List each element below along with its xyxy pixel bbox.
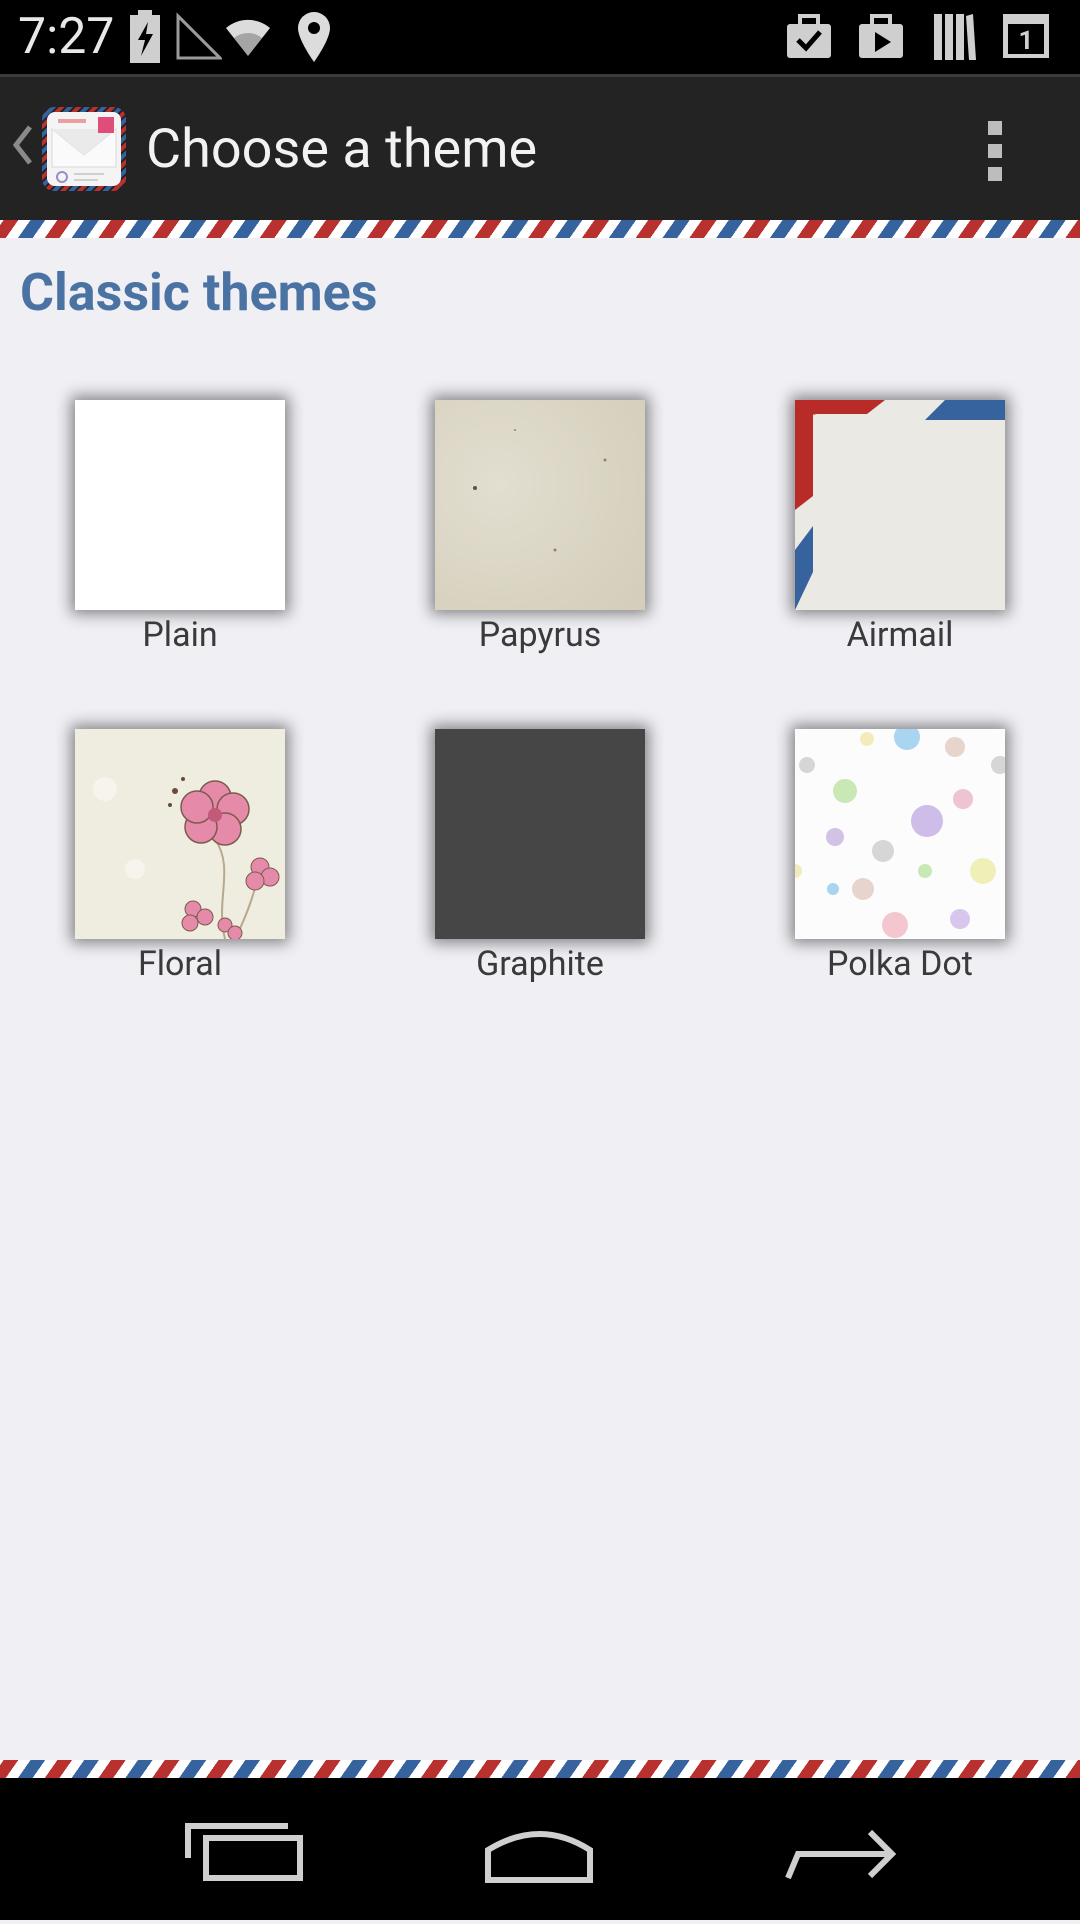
back-icon[interactable]	[740, 1778, 940, 1920]
theme-label-graphite: Graphite	[476, 944, 604, 984]
back-chevron-icon[interactable]	[10, 123, 34, 167]
theme-label-airmail: Airmail	[846, 615, 954, 655]
overflow-menu-icon[interactable]	[980, 117, 1010, 187]
recent-apps-icon[interactable]	[150, 1778, 350, 1920]
theme-tile-papyrus[interactable]	[435, 400, 645, 610]
home-icon[interactable]	[440, 1778, 640, 1920]
library-icon	[934, 14, 976, 60]
theme-tile-graphite[interactable]	[435, 729, 645, 939]
airmail-stripe-bottom	[0, 1760, 1080, 1778]
theme-label-papyrus: Papyrus	[478, 615, 602, 655]
theme-label-plain: Plain	[142, 615, 218, 655]
calendar-day: 1	[1018, 26, 1034, 56]
theme-label-floral: Floral	[137, 944, 223, 984]
status-bar: 7:27 1	[0, 0, 1080, 74]
signal-icon	[176, 12, 222, 60]
page-title: Choose a theme	[146, 118, 538, 181]
wifi-icon	[226, 19, 270, 56]
section-title: Classic themes	[20, 262, 378, 323]
navigation-bar	[0, 1778, 1080, 1920]
theme-tile-plain[interactable]	[75, 400, 285, 610]
airmail-stripe-top	[0, 220, 1080, 238]
theme-tile-floral[interactable]	[75, 729, 285, 939]
app-envelope-icon[interactable]	[42, 107, 126, 191]
action-bar: Choose a theme	[0, 74, 1080, 220]
location-icon	[298, 12, 330, 62]
task-check-icon	[787, 14, 831, 58]
battery-charging-icon	[130, 10, 160, 63]
play-store-icon	[859, 14, 903, 58]
status-time: 7:27	[18, 8, 115, 66]
theme-tile-polka-dot[interactable]	[795, 729, 1005, 939]
theme-tile-airmail[interactable]	[795, 400, 1005, 610]
theme-label-polka-dot: Polka Dot	[827, 944, 973, 984]
